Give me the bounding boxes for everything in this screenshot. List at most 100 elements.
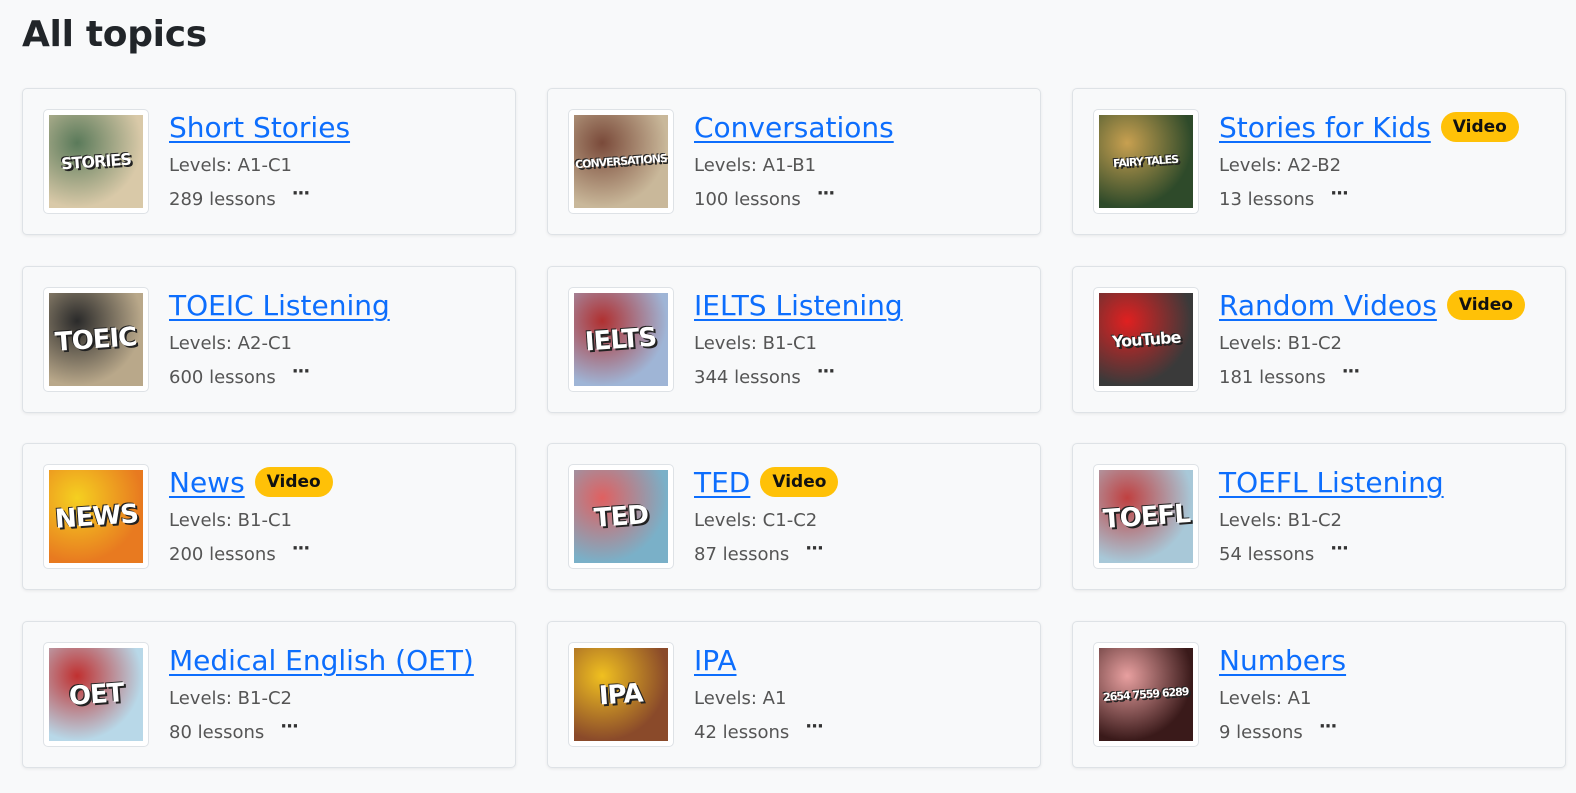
more-options-icon[interactable]: ···	[292, 363, 310, 387]
topic-thumbnail-art: YouTube	[1099, 293, 1193, 386]
topic-thumbnail-art: TOEIC	[49, 293, 143, 386]
topic-title-link[interactable]: News	[169, 466, 245, 499]
topic-lesson-count: 13 lessons	[1219, 188, 1315, 210]
topic-thumbnail-text: TED	[592, 499, 650, 534]
topic-title-link[interactable]: IPA	[694, 644, 737, 677]
topic-levels: Levels: A1-B1	[694, 155, 817, 176]
more-options-icon[interactable]: ···	[817, 363, 835, 387]
more-options-icon[interactable]: ···	[805, 540, 823, 564]
topic-levels: Levels: C1-C2	[694, 510, 818, 531]
topic-thumbnail-art: FAIRY TALES	[1099, 115, 1193, 208]
topic-title-link[interactable]: TED	[694, 466, 750, 499]
topic-thumbnail[interactable]: NEWS	[43, 464, 149, 569]
topic-thumbnail-art: CONVERSATIONS	[574, 115, 668, 208]
topic-thumbnail-text: YouTube	[1111, 327, 1181, 352]
topic-levels: Levels: B1-C1	[694, 333, 817, 354]
topic-lesson-count: 87 lessons	[694, 543, 790, 565]
topic-title-link[interactable]: IELTS Listening	[694, 289, 903, 322]
topic-thumbnail-text: TOEIC	[54, 321, 138, 358]
topic-card: NEWS News Video Levels: B1-C1 200 lesson…	[22, 443, 516, 590]
topic-thumbnail[interactable]: 2654 7559 6289	[1093, 642, 1199, 747]
topic-thumbnail[interactable]: IELTS	[568, 287, 674, 392]
topic-title-link[interactable]: Conversations	[694, 111, 894, 144]
topic-thumbnail-text: TOEFL	[1101, 498, 1191, 535]
topic-lesson-count: 80 lessons	[169, 721, 265, 743]
topic-thumbnail[interactable]: TOEFL	[1093, 464, 1199, 569]
topic-levels: Levels: A1	[1219, 688, 1312, 709]
topic-levels: Levels: B1-C2	[1219, 510, 1342, 531]
topic-levels: Levels: A2-C1	[169, 333, 292, 354]
video-badge: Video	[254, 467, 333, 497]
video-badge: Video	[1446, 290, 1525, 320]
topic-thumbnail-art: TOEFL	[1099, 470, 1193, 563]
topic-thumbnail-art: NEWS	[49, 470, 143, 563]
topic-thumbnail[interactable]: STORIES	[43, 109, 149, 214]
topic-thumbnail[interactable]: TOEIC	[43, 287, 149, 392]
video-badge: Video	[1440, 112, 1519, 142]
topic-thumbnail[interactable]: IPA	[568, 642, 674, 747]
topic-lesson-count: 200 lessons	[169, 543, 276, 565]
more-options-icon[interactable]: ···	[1342, 363, 1360, 387]
topic-card: 2654 7559 6289 Numbers Levels: A1 9 less…	[1072, 621, 1566, 768]
topic-thumbnail-art: 2654 7559 6289	[1099, 648, 1193, 741]
topic-thumbnail-text: NEWS	[53, 498, 139, 535]
topic-thumbnail-art: OET	[49, 648, 143, 741]
page-title: All topics	[22, 14, 207, 55]
topic-levels: Levels: A1	[694, 688, 787, 709]
more-options-icon[interactable]: ···	[292, 185, 310, 209]
topic-lesson-count: 54 lessons	[1219, 543, 1315, 565]
topic-lesson-count: 289 lessons	[169, 188, 276, 210]
topic-title-link[interactable]: TOEIC Listening	[169, 289, 390, 322]
topic-thumbnail-text: 2654 7559 6289	[1102, 685, 1190, 704]
topic-title-link[interactable]: Medical English (OET)	[169, 644, 474, 677]
topic-card: CONVERSATIONS Conversations Levels: A1-B…	[547, 88, 1041, 235]
topic-card: STORIES Short Stories Levels: A1-C1 289 …	[22, 88, 516, 235]
topic-card: IELTS IELTS Listening Levels: B1-C1 344 …	[547, 266, 1041, 413]
topic-card: TOEIC TOEIC Listening Levels: A2-C1 600 …	[22, 266, 516, 413]
topic-thumbnail-text: CONVERSATIONS	[574, 151, 668, 172]
topic-card: FAIRY TALES Stories for Kids Video Level…	[1072, 88, 1566, 235]
topic-card: TED TED Video Levels: C1-C2 87 lessons ·…	[547, 443, 1041, 590]
more-options-icon[interactable]: ···	[1330, 185, 1348, 209]
topic-title-link[interactable]: Numbers	[1219, 644, 1346, 677]
topic-levels: Levels: B1-C2	[169, 688, 292, 709]
topic-thumbnail-text: OET	[67, 677, 125, 712]
more-options-icon[interactable]: ···	[1330, 540, 1348, 564]
topic-card: IPA IPA Levels: A1 42 lessons ···	[547, 621, 1041, 768]
more-options-icon[interactable]: ···	[805, 718, 823, 742]
topic-lesson-count: 181 lessons	[1219, 366, 1326, 388]
topic-thumbnail-text: IPA	[598, 678, 644, 711]
more-options-icon[interactable]: ···	[817, 185, 835, 209]
topic-card: OET Medical English (OET) Levels: B1-C2 …	[22, 621, 516, 768]
topic-thumbnail-art: TED	[574, 470, 668, 563]
topic-levels: Levels: B1-C1	[169, 510, 292, 531]
topic-lesson-count: 100 lessons	[694, 188, 801, 210]
topic-thumbnail-text: FAIRY TALES	[1113, 152, 1179, 171]
topic-lesson-count: 600 lessons	[169, 366, 276, 388]
topic-title-link[interactable]: TOEFL Listening	[1219, 466, 1444, 499]
topic-lesson-count: 344 lessons	[694, 366, 801, 388]
topic-title-link[interactable]: Random Videos	[1219, 289, 1437, 322]
topic-thumbnail-text: STORIES	[60, 149, 132, 174]
topic-lesson-count: 9 lessons	[1219, 721, 1303, 743]
topic-thumbnail[interactable]: TED	[568, 464, 674, 569]
topic-title-link[interactable]: Short Stories	[169, 111, 350, 144]
more-options-icon[interactable]: ···	[1319, 718, 1337, 742]
more-options-icon[interactable]: ···	[292, 540, 310, 564]
topic-levels: Levels: A1-C1	[169, 155, 292, 176]
topic-thumbnail[interactable]: OET	[43, 642, 149, 747]
topic-thumbnail-art: IPA	[574, 648, 668, 741]
topic-thumbnail[interactable]: FAIRY TALES	[1093, 109, 1199, 214]
topic-thumbnail[interactable]: CONVERSATIONS	[568, 109, 674, 214]
topic-levels: Levels: A2-B2	[1219, 155, 1342, 176]
topic-card: TOEFL TOEFL Listening Levels: B1-C2 54 l…	[1072, 443, 1566, 590]
topic-title-link[interactable]: Stories for Kids	[1219, 111, 1431, 144]
topic-thumbnail-text: IELTS	[584, 322, 658, 357]
topic-levels: Levels: B1-C2	[1219, 333, 1342, 354]
topic-card: YouTube Random Videos Video Levels: B1-C…	[1072, 266, 1566, 413]
topic-thumbnail[interactable]: YouTube	[1093, 287, 1199, 392]
more-options-icon[interactable]: ···	[280, 718, 298, 742]
topic-thumbnail-art: STORIES	[49, 115, 143, 208]
video-badge: Video	[760, 467, 839, 497]
topic-thumbnail-art: IELTS	[574, 293, 668, 386]
